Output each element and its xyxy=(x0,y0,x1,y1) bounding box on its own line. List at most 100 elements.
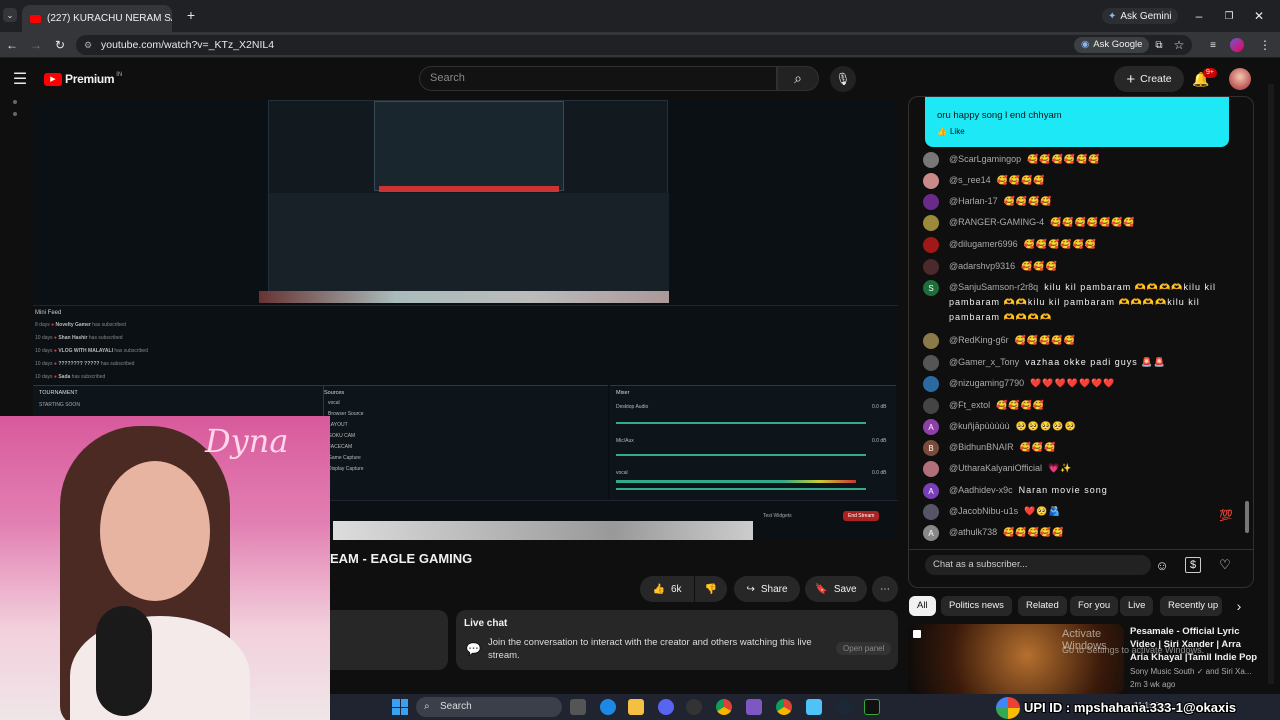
share-button[interactable]: ↪ Share xyxy=(734,576,800,602)
chat-username[interactable]: @athulk738 xyxy=(949,527,997,537)
chat-avatar[interactable] xyxy=(923,152,939,168)
chrome-profile-icon[interactable] xyxy=(776,699,792,715)
nvidia-icon[interactable] xyxy=(864,699,880,715)
chat-text: Naran movie song xyxy=(1018,485,1108,495)
filter-chip[interactable]: Related xyxy=(1018,596,1067,616)
more-actions-button[interactable]: ⋯ xyxy=(872,576,898,602)
chat-username[interactable]: @ScarLgamingop xyxy=(949,154,1021,164)
chat-avatar[interactable] xyxy=(923,215,939,231)
chat-avatar[interactable]: S xyxy=(923,280,939,296)
chat-username[interactable]: @Gamer_x_Tony xyxy=(949,357,1019,367)
filter-chip[interactable]: For you xyxy=(1070,596,1119,616)
chat-message: @Gamer_x_Tony vazhaa okke padi guys 🚨🚨 xyxy=(923,355,1243,371)
reading-list-icon[interactable]: ≡ xyxy=(1206,38,1220,52)
windows-start-icon[interactable] xyxy=(392,699,408,715)
save-button[interactable]: 🔖 Save xyxy=(805,576,867,602)
search-input[interactable]: Search xyxy=(419,66,777,91)
forward-icon[interactable]: → xyxy=(29,38,43,52)
chat-username[interactable]: @adarshvp9316 xyxy=(949,261,1015,271)
task-view-icon[interactable] xyxy=(570,699,586,715)
chat-username[interactable]: @Harlan-17 xyxy=(949,196,998,206)
filter-chip[interactable]: Live xyxy=(1120,596,1154,616)
chat-username[interactable]: @nizugaming7790 xyxy=(949,378,1024,388)
filter-chip[interactable]: Recently up xyxy=(1160,596,1222,616)
install-app-icon[interactable]: ⧉ xyxy=(1152,38,1166,52)
chat-input[interactable]: Chat as a subscriber... xyxy=(925,555,1151,575)
back-icon[interactable]: ← xyxy=(5,38,19,52)
chat-username[interactable]: @Aadhidev-x9c xyxy=(949,485,1013,495)
recommendation-thumbnail[interactable]: Activate Windows xyxy=(908,624,1124,694)
steam-icon[interactable] xyxy=(836,699,852,715)
app-icon[interactable] xyxy=(746,699,762,715)
chat-username[interactable]: @kuñjāpùùùùù xyxy=(949,421,1010,431)
filter-chip[interactable]: All xyxy=(909,596,936,616)
chat-avatar[interactable] xyxy=(923,173,939,189)
chat-avatar[interactable]: B xyxy=(923,440,939,456)
like-button[interactable]: 👍 6k xyxy=(640,576,694,602)
heart-icon[interactable]: ♡ xyxy=(1217,557,1233,573)
edge-icon[interactable] xyxy=(600,699,616,715)
chat-avatar[interactable] xyxy=(923,194,939,210)
chat-avatar[interactable] xyxy=(923,259,939,275)
hamburger-menu-icon[interactable]: ☰ xyxy=(12,71,28,88)
chat-avatar[interactable] xyxy=(923,504,939,520)
profile-avatar[interactable] xyxy=(1230,38,1244,52)
chat-username[interactable]: @SanjuSamson-r2r8q xyxy=(949,282,1038,292)
chat-username[interactable]: @dilugamer6996 xyxy=(949,239,1018,249)
chat-username[interactable]: @RANGER-GAMING-4 xyxy=(949,217,1044,227)
minimize-icon[interactable]: – xyxy=(1192,9,1206,23)
chat-avatar[interactable]: A xyxy=(923,483,939,499)
chat-avatar[interactable]: A xyxy=(923,525,939,541)
dislike-button[interactable]: 👎 xyxy=(695,576,727,602)
chat-username[interactable]: @BidhunBNAIR xyxy=(949,442,1014,452)
pinned-like-button[interactable]: 👍 Like xyxy=(937,127,965,136)
chat-username[interactable]: @UtharaKalyaniOfficial xyxy=(949,463,1042,473)
chat-username[interactable]: @JacobNibu-u1s xyxy=(949,506,1018,516)
youtube-logo[interactable]: ▶ Premium IN xyxy=(44,72,122,86)
bookmark-star-icon[interactable]: ☆ xyxy=(1172,38,1186,52)
ask-gemini-button[interactable]: ✦ Ask Gemini xyxy=(1102,8,1178,24)
tab-search-icon[interactable]: ⌄ xyxy=(3,8,17,22)
super-chat-icon[interactable]: $ xyxy=(1185,557,1201,573)
chat-message: A @athulk738 🥰🥰🥰🥰🥰 xyxy=(923,525,1243,541)
reload-icon[interactable]: ↻ xyxy=(53,38,67,52)
file-explorer-icon[interactable] xyxy=(628,699,644,715)
create-button[interactable]: + Create xyxy=(1114,66,1184,92)
filter-chip[interactable]: Politics news xyxy=(941,596,1012,616)
voice-search-button[interactable]: 🎙 xyxy=(830,66,856,92)
new-tab-button[interactable]: + xyxy=(184,7,198,23)
chat-avatar[interactable] xyxy=(923,461,939,477)
chat-avatar[interactable] xyxy=(923,237,939,253)
emoji-icon[interactable]: ☺ xyxy=(1154,557,1170,573)
save-label: Save xyxy=(833,583,857,595)
discord-icon[interactable] xyxy=(658,699,674,715)
maximize-icon[interactable]: ❐ xyxy=(1222,9,1236,23)
chat-avatar[interactable]: A xyxy=(923,419,939,435)
chat-avatar[interactable] xyxy=(923,355,939,371)
chat-username[interactable]: @Ft_extol xyxy=(949,400,990,410)
chat-avatar[interactable] xyxy=(923,333,939,349)
menu-kebab-icon[interactable]: ⋮ xyxy=(1258,38,1272,52)
browser-tab-active[interactable]: (227) KURACHU NERAM SA 🔊 ✕ xyxy=(22,5,172,32)
recommendation-title[interactable]: Pesamale - Official Lyric Video | Siri X… xyxy=(1130,625,1260,664)
chevron-right-icon[interactable]: › xyxy=(1232,598,1246,614)
description-box[interactable] xyxy=(330,610,448,670)
taskbar-search[interactable]: ⌕ Search xyxy=(416,697,562,717)
close-window-icon[interactable]: ✕ xyxy=(1252,9,1266,23)
ask-google-button[interactable]: ◉ Ask Google xyxy=(1074,37,1150,53)
obs-icon[interactable] xyxy=(686,699,702,715)
chat-avatar[interactable] xyxy=(923,398,939,414)
url-field[interactable]: ⚙ youtube.com/watch?v=_KTz_X2NIL4 xyxy=(76,35,1192,55)
chrome-icon[interactable] xyxy=(716,699,732,715)
page-scrollbar[interactable] xyxy=(1268,84,1274,684)
recommendation-channel[interactable]: Sony Music South ✓ and Siri Xa... xyxy=(1130,667,1251,676)
site-info-icon[interactable]: ⚙ xyxy=(84,35,92,55)
notepad-icon[interactable] xyxy=(806,699,822,715)
chat-username[interactable]: @s_ree14 xyxy=(949,175,991,185)
chat-scrollbar[interactable] xyxy=(1245,501,1249,533)
chat-avatar[interactable] xyxy=(923,376,939,392)
chat-username[interactable]: @RedKing-g6r xyxy=(949,335,1009,345)
account-avatar[interactable] xyxy=(1229,68,1251,90)
open-panel-button[interactable]: Open panel xyxy=(836,642,892,655)
search-button[interactable]: ⌕ xyxy=(777,66,819,91)
